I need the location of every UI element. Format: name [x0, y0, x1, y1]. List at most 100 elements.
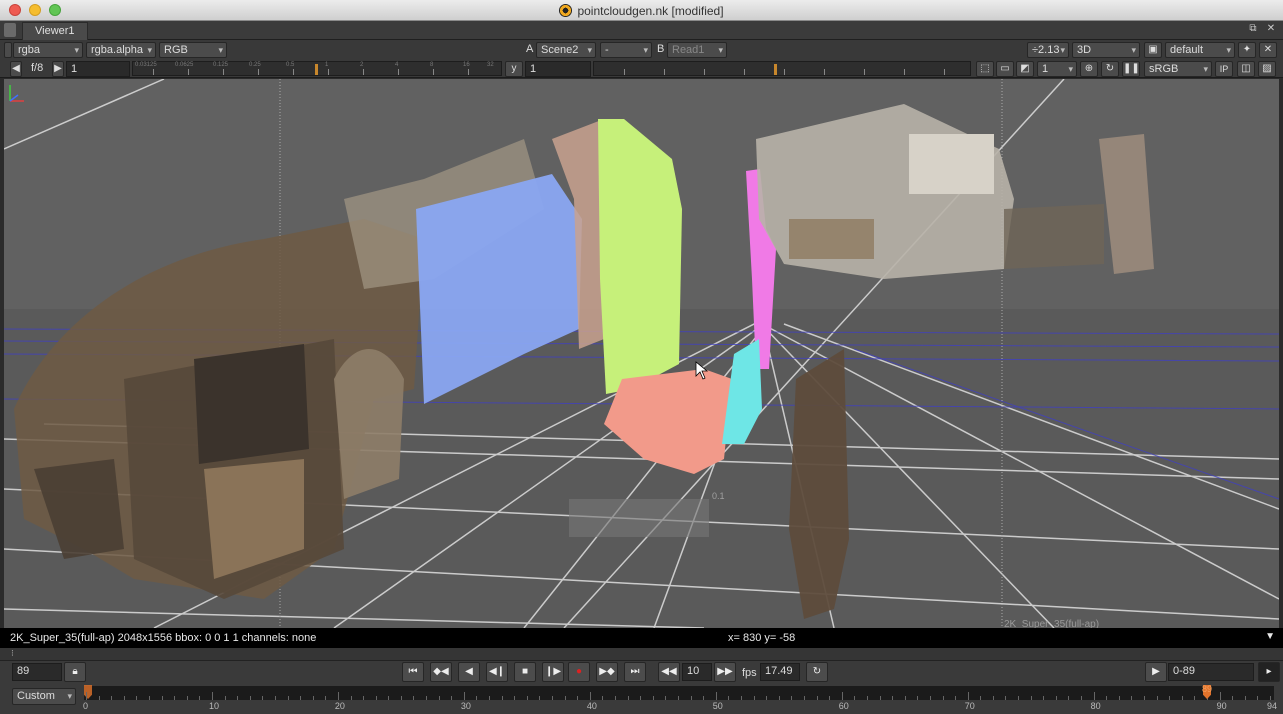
last-frame-icon[interactable]: ⏭ — [624, 662, 646, 682]
timeline-tick — [375, 696, 377, 700]
timeline-tick — [224, 696, 226, 700]
timeline-tick — [992, 696, 994, 700]
gain-ruler-label: 8 — [430, 62, 434, 68]
close-window-button[interactable] — [9, 4, 21, 16]
minimize-window-button[interactable] — [29, 4, 41, 16]
range-mode-dropdown[interactable]: Custom — [12, 688, 76, 705]
timeline-tick — [363, 696, 365, 700]
view-mode-dropdown[interactable]: 3D — [1072, 42, 1140, 58]
fps-field[interactable]: 17.49 — [760, 663, 800, 681]
timeline-scrubber[interactable]: 89 — [84, 684, 1274, 700]
format-info: 2K_Super_35(full-ap) 2048x1556 bbox: 0 0… — [10, 632, 317, 644]
timeline-tick — [1055, 696, 1057, 700]
gain-ruler-label: 0.125 — [213, 62, 229, 68]
display-channel-dropdown[interactable]: RGB — [159, 42, 227, 58]
channels-dropdown[interactable]: rgba — [13, 42, 83, 58]
clipping-warning-icon[interactable]: ▨ — [1258, 61, 1276, 77]
panel-separator[interactable]: ⁝ — [0, 648, 1283, 661]
timeline-tick-label: 94 — [1267, 701, 1278, 711]
skip-back-icon[interactable]: ◀◀ — [658, 662, 680, 682]
timeline-tick — [123, 696, 125, 700]
timeline-tick — [199, 696, 201, 700]
viewer-settings-icon[interactable]: ✕ — [1259, 42, 1277, 58]
gain-field[interactable]: 1 — [66, 61, 130, 77]
first-frame-icon[interactable]: ⏮ — [402, 662, 424, 682]
zoom-window-button[interactable] — [49, 4, 61, 16]
timeline-tick — [148, 696, 150, 700]
skip-forward-icon[interactable]: ▶▶ — [714, 662, 736, 682]
3d-scene[interactable]: 0.1 — [4, 79, 1279, 628]
refresh-icon[interactable]: ↻ — [1101, 61, 1119, 77]
range-lock-icon[interactable]: ▸ — [1258, 662, 1280, 682]
timeline-tick — [388, 696, 390, 700]
play-backward-icon[interactable]: ◀❙ — [486, 662, 508, 682]
timeline-tick — [350, 696, 352, 700]
fstop-increase-icon[interactable]: ▶ — [52, 61, 64, 77]
zoom-dropdown[interactable]: ÷2.13 — [1027, 42, 1069, 58]
proxy-dropdown[interactable]: 1 — [1037, 61, 1077, 77]
frame-increment-field[interactable]: 10 — [682, 663, 712, 681]
timeline-tick — [728, 696, 730, 700]
viewer-info-bar: 2K_Super_35(full-ap) 2048x1556 bbox: 0 0… — [0, 628, 1283, 648]
timeline-tick — [678, 696, 679, 700]
previous-frame-icon[interactable]: ◀ — [458, 662, 480, 682]
lut-dropdown[interactable]: sRGB — [1144, 61, 1212, 77]
stop-icon[interactable]: ■ — [514, 662, 536, 682]
info-bar-menu-icon[interactable]: ▼ — [1265, 631, 1275, 642]
lock-frame-icon[interactable]: 🔒︎ — [64, 662, 86, 682]
timeline-tick — [426, 696, 428, 700]
play-forward-icon[interactable]: ❙▶ — [542, 662, 564, 682]
fstop-decrease-icon[interactable]: ◀ — [10, 61, 22, 77]
roi-icon[interactable]: ⬚ — [976, 61, 994, 77]
input-a-dropdown[interactable]: Scene2 — [536, 42, 596, 58]
gain-ruler-label: 4 — [395, 62, 399, 68]
timeline-tick — [904, 696, 906, 700]
previous-keyframe-icon[interactable]: ◆◀ — [430, 662, 452, 682]
timeline-tick — [539, 696, 541, 700]
input-b-dropdown[interactable]: Read1 — [667, 42, 727, 58]
timeline: Custom 89 0 10 20 30 40 50 60 70 80 90 94 — [0, 684, 1283, 714]
timeline-tick — [829, 696, 831, 700]
tab-viewer1[interactable]: Viewer1 — [22, 22, 88, 40]
playhead-frame-label: 89 — [1202, 684, 1213, 694]
timeline-tick — [501, 696, 503, 700]
input-a-label: A — [526, 43, 534, 55]
timeline-tick — [1043, 696, 1045, 700]
pixel-aspect-icon[interactable]: ▭ — [996, 61, 1014, 77]
point-cloud-pillar-right — [789, 349, 849, 619]
render-region-icon[interactable]: ⊕ — [1080, 61, 1098, 77]
timeline-tick — [892, 696, 894, 700]
timeline-tick — [1081, 696, 1083, 700]
axis-gizmo-icon — [9, 85, 24, 102]
gamma-slider[interactable] — [593, 61, 971, 76]
close-panel-icon[interactable]: ✕ — [1265, 23, 1277, 35]
input-process-button[interactable]: IP — [1215, 61, 1233, 77]
gain-slider[interactable]: 0.03125 0.0625 0.125 0.25 0.5 1 2 4 8 16… — [132, 61, 502, 76]
overlay-icon[interactable]: ◫ — [1237, 61, 1255, 77]
camera-dropdown[interactable]: default — [1165, 42, 1235, 58]
next-keyframe-icon[interactable]: ▶◆ — [596, 662, 618, 682]
camera-lock-icon[interactable]: ▣ — [1144, 42, 1162, 58]
viewer-canvas[interactable]: 0.1 2K_Super_35(full-ap) — [4, 79, 1279, 628]
timeline-tick — [589, 692, 591, 700]
playback-range-icon[interactable]: ▶ — [1145, 662, 1167, 682]
float-panel-icon[interactable]: ⧉ — [1247, 23, 1259, 35]
timeline-tick — [337, 692, 339, 700]
pause-icon[interactable]: ❚❚ — [1122, 61, 1140, 77]
panel-menu-handle-icon[interactable] — [4, 23, 16, 37]
timeline-tick — [249, 696, 251, 700]
proxy-icon[interactable]: ◩ — [1016, 61, 1034, 77]
timeline-tick — [325, 696, 327, 700]
toolbar-handle-icon[interactable] — [4, 42, 12, 58]
timeline-tick — [627, 696, 629, 700]
gamma-field[interactable]: 1 — [525, 61, 591, 77]
timeline-tick — [161, 696, 163, 700]
compare-mode-dropdown[interactable]: - — [600, 42, 652, 58]
alpha-channel-dropdown[interactable]: rgba.alpha — [86, 42, 156, 58]
frame-range-field[interactable]: 0-89 — [1168, 663, 1254, 681]
interactive-mode-icon[interactable]: ✦ — [1238, 42, 1256, 58]
current-frame-field[interactable]: 89 — [12, 663, 62, 681]
gamma-toggle-button[interactable]: y — [505, 61, 523, 77]
record-icon[interactable]: ● — [568, 662, 590, 682]
loop-mode-icon[interactable]: ↻ — [806, 662, 828, 682]
